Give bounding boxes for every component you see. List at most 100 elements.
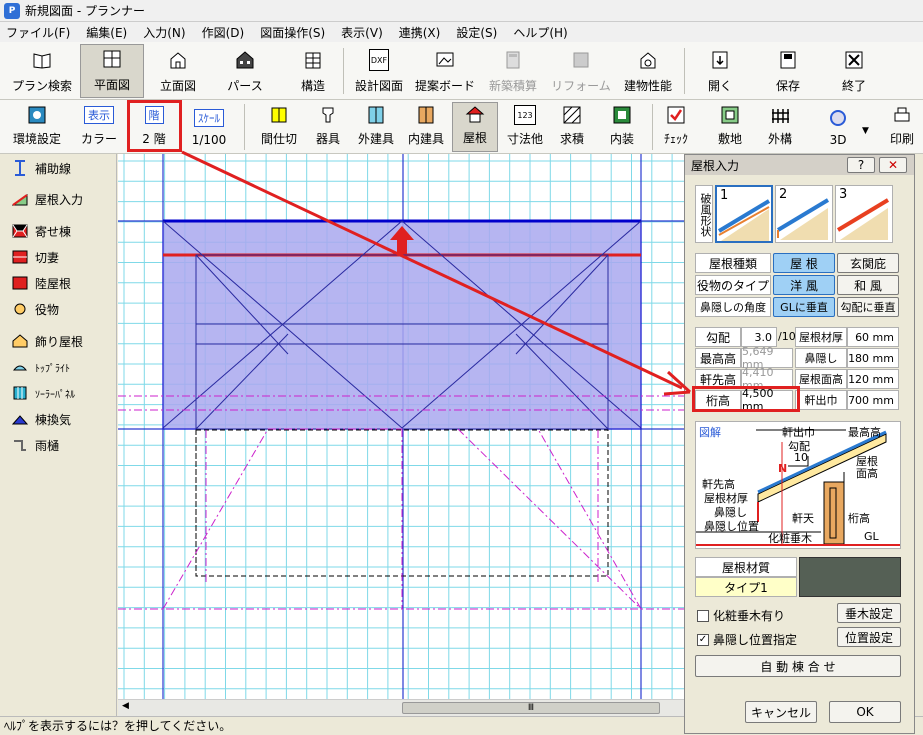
fascia-angle-gl-button[interactable]: GLに垂直 [773,297,835,317]
menu-file[interactable]: ファイル(F) [6,24,70,41]
scroll-left-arrow[interactable]: ◀ [122,701,129,711]
open-file-icon [709,49,731,71]
sidebar-item-guide-line[interactable]: 補助線 [10,157,71,179]
dialog-help-button[interactable]: ? [847,157,875,173]
sidebar-item-gable[interactable]: 切妻 [10,246,59,268]
menu-bar: ファイル(F) 編集(E) 入力(N) 作図(D) 図面操作(S) 表示(V) … [0,22,923,42]
hatch-icon [561,105,583,125]
gable-option-2[interactable]: 2 [775,185,833,243]
3d-button[interactable]: 3D [818,102,858,152]
house-meter-icon [637,49,659,71]
floor-plan-drawing[interactable] [118,154,685,699]
rafter-checkbox-box[interactable] [697,609,709,622]
interior-button[interactable]: 内装 [600,102,644,152]
exterior-fittings-button[interactable]: 外建具 [352,102,400,152]
auto-ridge-button[interactable]: 自 動 棟 合 せ [695,655,901,677]
print-button[interactable]: 印刷 [884,102,920,152]
sidebar-item-decorative-roof[interactable]: 飾り屋根 [10,330,83,352]
3d-view-icon [827,108,849,128]
eave-width-input[interactable]: 700 mm [847,390,899,410]
close-icon [843,49,865,71]
sidebar-item-toplight[interactable]: ﾄｯﾌﾟﾗｲﾄ [10,356,70,378]
horizontal-scrollbar[interactable]: ◀ Ⅲ [118,699,685,716]
plan-search-button[interactable]: プラン検索 [8,44,76,98]
menu-drawing-ops[interactable]: 図面操作(S) [260,24,325,41]
menu-settings[interactable]: 設定(S) [456,24,497,41]
fascia-angle-pitch-button[interactable]: 勾配に垂直 [837,297,899,317]
sidebar-item-accessories[interactable]: 役物 [10,298,59,320]
roof-type-porch-button[interactable]: 玄関庇 [837,253,899,273]
sidebar-item-solar-panel[interactable]: ｿｰﾗｰﾊﾟﾈﾙ [10,382,75,404]
menu-help[interactable]: ヘルプ(H) [513,24,567,41]
elevation-button[interactable]: 立面図 [150,44,206,98]
roof-type-roof-button[interactable]: 屋 根 [773,253,835,273]
area-calc-button[interactable]: 求積 [552,102,592,152]
check-button[interactable]: ﾁｪｯｸ [656,102,696,152]
ok-button[interactable]: OK [829,701,901,723]
sidebar-item-hip-roof[interactable]: 寄せ棟 [10,220,71,242]
site-button[interactable]: 敷地 [710,102,750,152]
partition-button[interactable]: 間仕切 [256,102,302,152]
pitch-input[interactable]: 3.0 [741,327,777,347]
gable-option-3[interactable]: 3 [835,185,893,243]
gable-option-1[interactable]: 1 [715,185,773,243]
design-drawing-button[interactable]: DXF 設計図面 [350,44,408,98]
menu-input[interactable]: 入力(N) [143,24,185,41]
accessory-western-button[interactable]: 洋 風 [773,275,835,295]
rafter-settings-button[interactable]: 垂木設定 [837,603,901,623]
sidebar-item-ridge-vent[interactable]: 棟換気 [10,408,71,430]
dimensions-button[interactable]: 123 寸法他 [502,102,548,152]
chevron-down-icon[interactable]: ▼ [862,126,869,136]
sidebar-item-roof-input[interactable]: 屋根入力 [10,188,83,210]
toilet-icon [317,105,339,125]
exterior-button[interactable]: 外構 [760,102,800,152]
roof-surface-height-input[interactable]: 120 mm [847,369,899,389]
cancel-button[interactable]: キャンセル [745,701,817,723]
toplight-icon [10,359,30,375]
menu-view[interactable]: 表示(V) [341,24,383,41]
dialog-close-button[interactable]: ✕ [879,157,907,173]
rafter-checkbox[interactable]: 化粧垂木有り [697,607,785,624]
toolbar-separator [652,104,653,150]
scale-button[interactable]: ｽｹｰﾙ 1/100 [184,102,234,152]
structure-button[interactable]: 構造 [290,44,336,98]
interior-fittings-button[interactable]: 内建具 [404,102,448,152]
exit-button[interactable]: 終了 [834,44,874,98]
title-bar: P 新規図面 - プランナー [0,0,923,22]
perspective-button[interactable]: パース [216,44,274,98]
roof-thickness-input[interactable]: 60 mm [847,327,899,347]
save-button[interactable]: 保存 [768,44,808,98]
env-settings-button[interactable]: 環境設定 [8,102,66,152]
menu-edit[interactable]: 編集(E) [86,24,127,41]
printer-icon [891,105,913,125]
roof-dashdot-line [162,428,269,610]
house-3d-icon [234,49,256,71]
fascia-position-checkbox[interactable]: ✓ 鼻隠し位置指定 [697,631,797,648]
dialog-title-bar: 屋根入力 ? ✕ [685,155,914,175]
building-performance-button[interactable]: 建物性能 [620,44,676,98]
new-estimate-button[interactable]: 新築積算 [484,44,542,98]
drawing-canvas[interactable] [118,154,685,699]
open-button[interactable]: 開く [700,44,740,98]
decorative-roof-icon [10,333,30,349]
gable-shape-3-icon [836,198,890,240]
floor-plan-button[interactable]: 平面図 [80,44,144,98]
roof-material-swatch[interactable] [799,557,901,597]
menu-link[interactable]: 連携(X) [399,24,441,41]
dialog-title: 屋根入力 [691,158,740,173]
roof-button[interactable]: 屋根 [452,102,498,152]
accessory-japanese-button[interactable]: 和 風 [837,275,899,295]
menu-draw[interactable]: 作図(D) [202,24,245,41]
position-settings-button[interactable]: 位置設定 [837,627,901,647]
fixtures-button[interactable]: 器具 [308,102,348,152]
scrollbar-thumb[interactable]: Ⅲ [402,702,660,714]
reform-button[interactable]: リフォーム [546,44,616,98]
sidebar-item-flat-roof[interactable]: 陸屋根 [10,272,71,294]
sidebar-item-gutter[interactable]: 雨樋 [10,434,59,456]
proposal-board-button[interactable]: 提案ボード [412,44,478,98]
fascia-input[interactable]: 180 mm [847,348,899,368]
color-button[interactable]: 表示 カラー [74,102,124,152]
roof-input-dialog: 屋根入力 ? ✕ 破風形状 1 2 3 屋根種類 屋 根 玄関庇 役物のタイプ … [684,154,915,734]
dxf-doc-icon: DXF [369,49,389,71]
fascia-position-checkbox-box[interactable]: ✓ [697,633,709,646]
